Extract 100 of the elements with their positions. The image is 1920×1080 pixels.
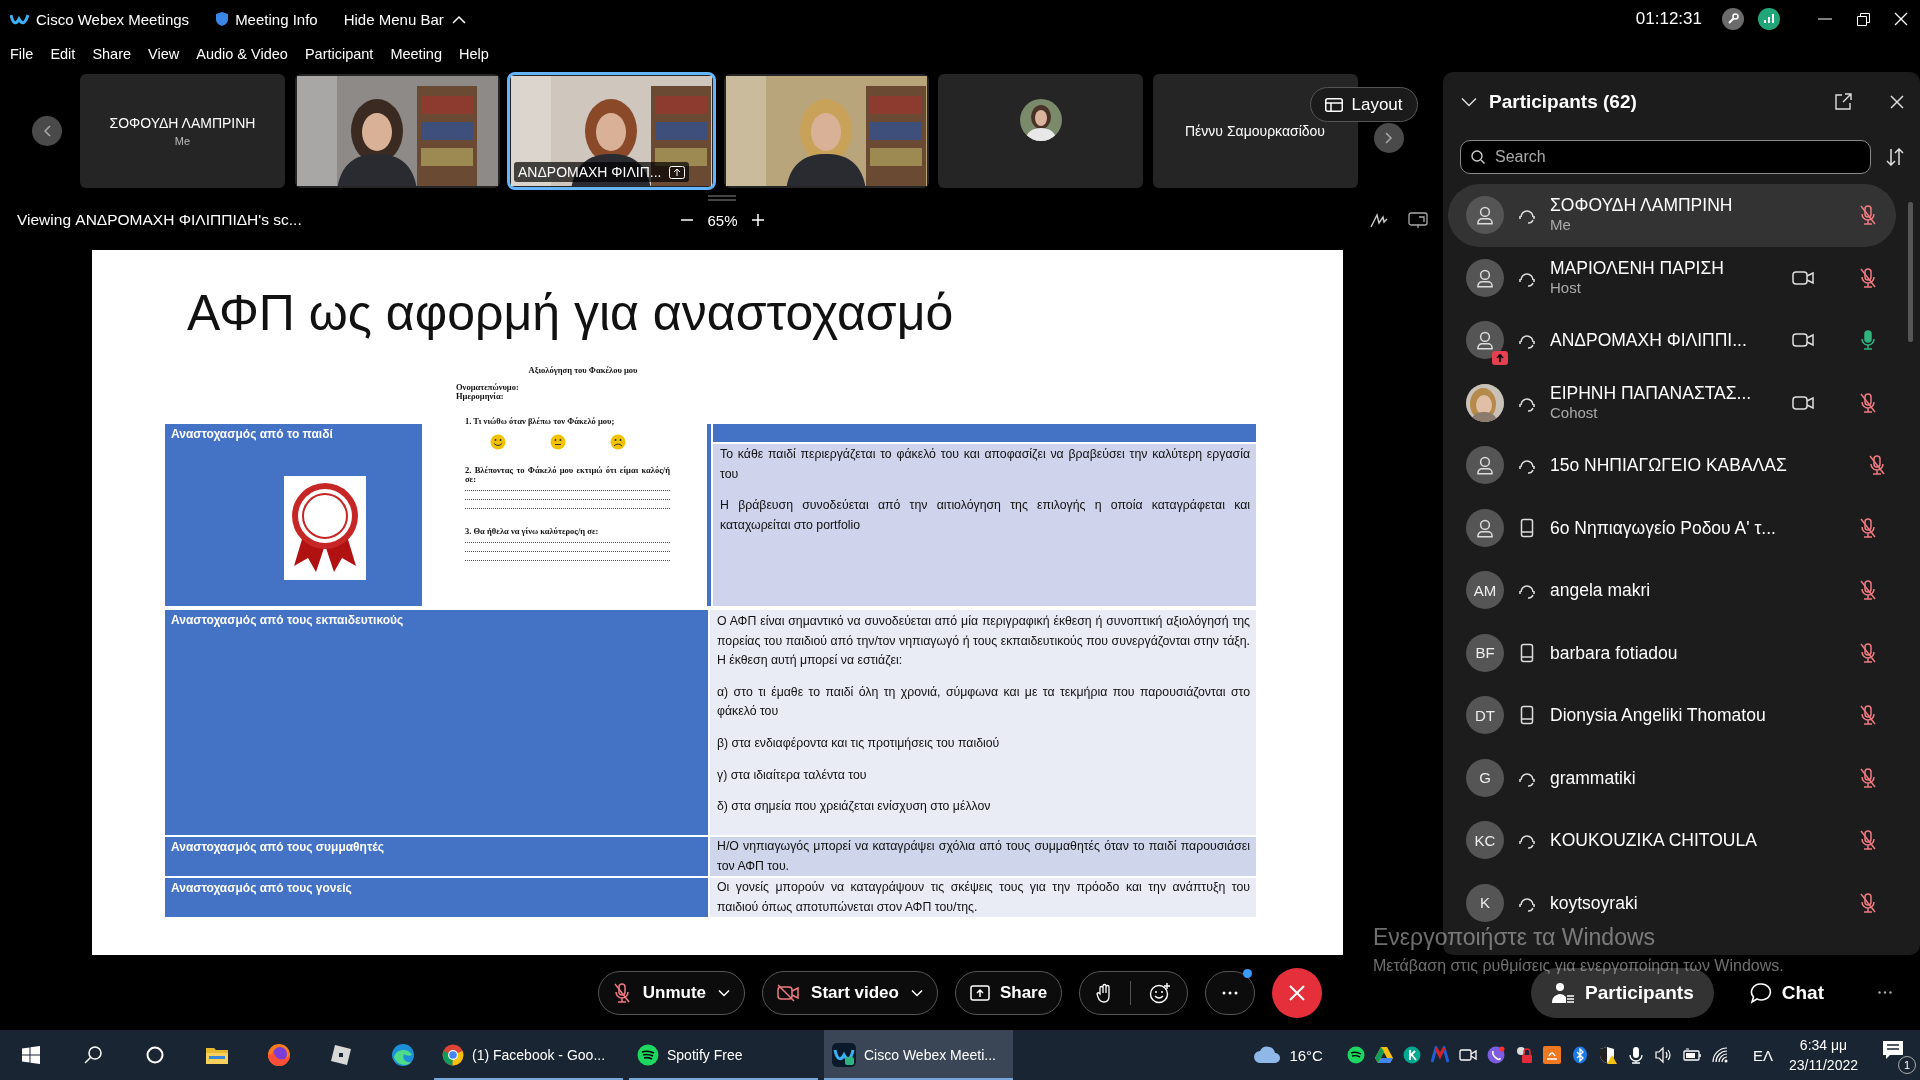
- battery-icon[interactable]: [1682, 1046, 1701, 1064]
- taskbar-button[interactable]: (1) Facebook - Goo...: [434, 1030, 623, 1080]
- menu-item[interactable]: File: [10, 46, 34, 62]
- taskbar-button[interactable]: Spotify Free: [629, 1030, 818, 1080]
- meeting-info-link[interactable]: Meeting Info: [235, 10, 318, 28]
- pop-out-icon[interactable]: [1834, 93, 1852, 111]
- participant-name: ΑΝΔΡΟΜΑΧΗ ΦΙΛΙΠΠΙ...: [1550, 330, 1748, 351]
- drag-handle[interactable]: [708, 195, 736, 201]
- share-button[interactable]: Share: [954, 970, 1063, 1015]
- cell-paragraph: Η βράβευση συνοδεύεται από την αιτιολόγηση της επιλογής η οποία καταγράφεται και καταχωρείται στο portfolio: [720, 497, 1250, 534]
- layout-button[interactable]: Layout: [1310, 87, 1418, 122]
- cell-paragraph: Το κάθε παιδί περιεργάζεται το φάκελό του και αποφασίζει να βραβεύσει την καλύτερη εργασία του: [720, 446, 1250, 483]
- attendee-row[interactable]: G grammatiki: [1448, 746, 1896, 809]
- attendee-row[interactable]: 15ο ΝΗΠΙΑΓΩΓΕΙΟ ΚΑΒΑΛΑΣ: [1448, 434, 1896, 497]
- sort-icon[interactable]: [1885, 148, 1905, 166]
- scrollbar[interactable]: [1908, 202, 1913, 342]
- participant-name: angela makri: [1550, 580, 1652, 601]
- more-button[interactable]: [1205, 970, 1256, 1015]
- search-field[interactable]: Search: [1460, 140, 1871, 174]
- slide-title: ΑΦΠ ως αφορμή για αναστοχασμό: [186, 284, 955, 343]
- award-icon: [284, 476, 366, 580]
- cell-header: Αναστοχασμός από τους εκπαιδευτικούς: [171, 613, 404, 627]
- avatar: K: [1466, 883, 1504, 922]
- start-icon[interactable]: [22, 1046, 40, 1064]
- menu-item[interactable]: Help: [459, 46, 489, 62]
- worksheet-title: Αξιολόγηση του Φακέλου μου: [527, 366, 639, 375]
- emoji-icon[interactable]: [1149, 981, 1172, 1004]
- unmute-button[interactable]: Unmute: [597, 970, 746, 1015]
- browser-icon: [442, 1044, 464, 1066]
- search-icon[interactable]: [84, 1046, 102, 1064]
- video-tile[interactable]: ΣΟΦΟΥΔΗ ΛΑΜΠΡΙΝΗ Me: [80, 74, 285, 188]
- attendee-row[interactable]: BF barbara fotiadou: [1448, 621, 1896, 684]
- plus-icon: [751, 214, 764, 226]
- start-video-button[interactable]: Start video: [762, 970, 938, 1015]
- wifi-icon[interactable]: [1710, 1046, 1729, 1064]
- circle-icon[interactable]: [146, 1046, 164, 1064]
- app-icon[interactable]: [1402, 1046, 1421, 1064]
- microphone-icon[interactable]: [1626, 1046, 1645, 1064]
- music-app-icon: [637, 1044, 659, 1066]
- folder-icon[interactable]: [205, 1045, 229, 1065]
- bluetooth-icon[interactable]: [1570, 1046, 1589, 1064]
- participant-name: barbara fotiadou: [1550, 642, 1679, 663]
- chevron-down-icon[interactable]: [1461, 97, 1477, 107]
- app-icon[interactable]: [330, 1044, 352, 1066]
- app-icon[interactable]: [1542, 1046, 1561, 1064]
- attendee-row[interactable]: ΜΑΡΙΟΛΕΝΗ ΠΑΡΙΣΗ Host: [1448, 246, 1896, 309]
- more-options-button[interactable]: [1878, 991, 1892, 994]
- attendee-row[interactable]: ΣΟΦΟΥΔΗ ΛΑΜΠΡΙΝΗ Me: [1448, 184, 1896, 247]
- smiley-icon: [550, 434, 566, 450]
- browser-icon[interactable]: [267, 1043, 291, 1067]
- browser-icon[interactable]: [391, 1043, 415, 1067]
- menu-item[interactable]: Edit: [50, 46, 76, 62]
- caret-up-icon: [451, 14, 466, 24]
- chat-button[interactable]: Chat: [1743, 980, 1830, 1005]
- attendee-row[interactable]: ΕΙΡΗΝΗ ΠΑΠΑΝΑΣΤΑΣ... Cohost: [1448, 371, 1896, 434]
- microphone-muted-icon: [612, 981, 631, 1004]
- taskbar-button[interactable]: Cisco Webex Meeti...: [824, 1030, 1013, 1080]
- menu-item[interactable]: Audio & Video: [196, 46, 288, 62]
- menu-item[interactable]: Participant: [304, 46, 374, 62]
- clock[interactable]: 6:34 μμ 23/11/2022: [1788, 1035, 1858, 1075]
- annotate-icon[interactable]: [1370, 212, 1388, 228]
- previous-button[interactable]: [32, 116, 62, 146]
- app-icon[interactable]: [1346, 1046, 1365, 1064]
- participant-name: 15ο ΝΗΠΙΑΓΩΓΕΙΟ ΚΑΒΑΛΑΣ: [1550, 455, 1787, 476]
- lock-icon[interactable]: [1514, 1046, 1533, 1064]
- zoom-in-button[interactable]: [751, 214, 764, 226]
- worksheet-field: Ημερομηνία:: [456, 392, 670, 401]
- app-icon[interactable]: [1374, 1046, 1393, 1064]
- hide-menu-bar-button[interactable]: Hide Menu Bar: [343, 10, 466, 28]
- camera-icon[interactable]: [1458, 1046, 1477, 1064]
- attendee-row[interactable]: ΑΝΔΡΟΜΑΧΗ ΦΙΛΙΠΠΙ...: [1448, 309, 1896, 372]
- screen-icon[interactable]: [1408, 212, 1428, 228]
- close-icon[interactable]: [1890, 95, 1904, 109]
- logo-icon: [10, 12, 30, 26]
- attendee-row[interactable]: 6ο Νηπιαγωγείο Ροδου Α' τ...: [1448, 496, 1896, 559]
- attendee-row[interactable]: KC KOUKOUZIKA CHITOULA: [1448, 809, 1896, 872]
- app-icon[interactable]: [1486, 1046, 1505, 1064]
- worksheet-field: Ονοματεπώνυμο:: [456, 383, 670, 392]
- signal-icon[interactable]: [1758, 8, 1780, 30]
- menu-item[interactable]: View: [148, 46, 180, 62]
- menu-item[interactable]: Meeting: [390, 46, 442, 62]
- attendee-row[interactable]: DT Dionysia Angeliki Thomatou: [1448, 684, 1896, 747]
- sharing-status: Viewing ΑΝΔΡΟΜΑΧΗ ΦΙΛΙΠΠΙΔΗ's sc...: [17, 211, 303, 229]
- phone-icon: [1520, 705, 1534, 726]
- cell-paragraph: δ) στα σημεία που χρειάζεται ενίσχυση στο μέλλον: [717, 798, 992, 816]
- video-tile[interactable]: ΑΝΔΡΟΜΑΧΗ ΦΙΛΙΠ...: [509, 74, 714, 188]
- smiley-icon: [610, 434, 626, 450]
- attendee-row[interactable]: AM angela makri: [1448, 559, 1896, 622]
- menu-item[interactable]: Share: [92, 46, 132, 62]
- speaker-icon[interactable]: [1654, 1046, 1673, 1064]
- more-icon: [1878, 991, 1892, 994]
- chevron-right-icon: [1384, 132, 1393, 144]
- chevron-left-icon: [43, 125, 51, 137]
- language-indicator[interactable]: ΕΛ: [1752, 1046, 1773, 1064]
- shield-icon[interactable]: [1598, 1046, 1617, 1064]
- next-button[interactable]: [1373, 123, 1404, 153]
- raise-hand-icon[interactable]: [1096, 982, 1113, 1003]
- cell-header: Αναστοχασμός από το παιδί: [171, 427, 333, 441]
- video-tile[interactable]: [938, 74, 1143, 188]
- cloud-icon[interactable]: [1253, 1046, 1282, 1064]
